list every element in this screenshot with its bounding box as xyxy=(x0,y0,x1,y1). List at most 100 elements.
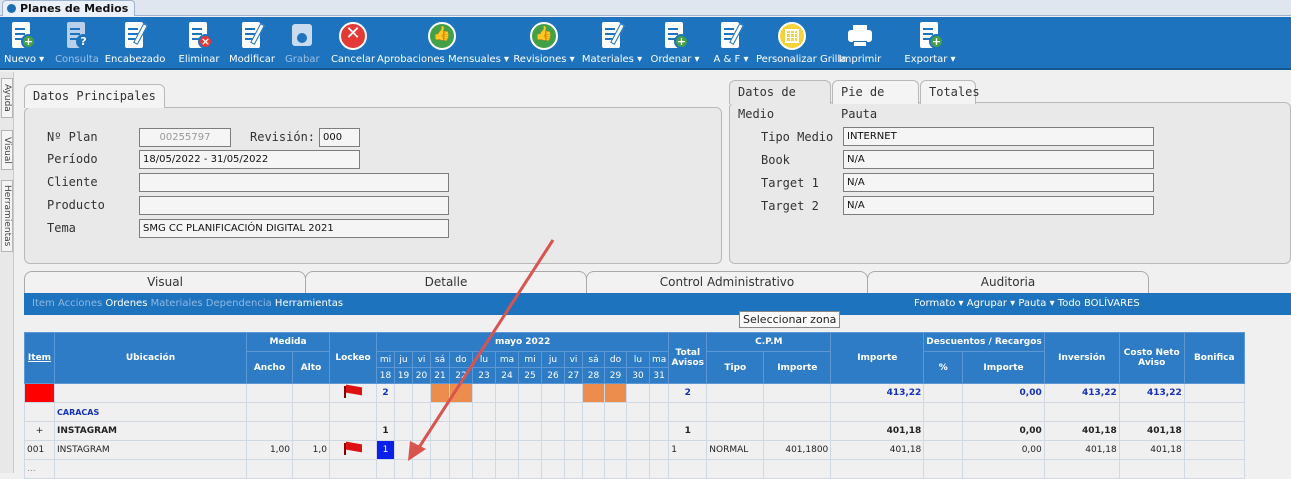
day-cell[interactable] xyxy=(449,421,473,441)
totals-row: 2 2 413,22 0,00 413,22 413,22 xyxy=(24,383,1245,403)
tab-datos-de-medio[interactable]: Datos de Medio xyxy=(729,80,831,121)
side-panel-tabs: Ayuda Visual Herramientas xyxy=(0,72,14,473)
day-cell[interactable] xyxy=(564,383,583,403)
day-cell[interactable] xyxy=(430,421,450,441)
tab-control-administrativo[interactable]: Control Administrativo xyxy=(586,271,868,293)
toolbar-button-14[interactable]: + Exportar ▾ xyxy=(902,17,958,70)
periodo-field[interactable]: 18/05/2022 - 31/05/2022 xyxy=(139,150,360,169)
day-cell[interactable] xyxy=(564,440,583,460)
toolbar-button-label: Revisiones ▾ xyxy=(513,54,575,65)
toolbar-button-10[interactable]: + Ordenar ▾ xyxy=(648,17,702,70)
day-cell[interactable] xyxy=(626,440,650,460)
target2-label: Target 2 xyxy=(761,199,819,213)
side-tab-ayuda[interactable]: Ayuda xyxy=(1,78,13,118)
day-cell[interactable] xyxy=(412,383,431,403)
producto-field[interactable] xyxy=(139,196,449,215)
cliente-field[interactable] xyxy=(139,173,449,192)
toolbar-button-0[interactable]: + Nuevo ▾ xyxy=(4,17,44,70)
day-cell[interactable] xyxy=(648,421,670,441)
toolbar-button-8[interactable]: 👍 Revisiones ▾ xyxy=(512,17,576,70)
toolbar-button-label: Cancelar xyxy=(330,54,376,65)
tab-auditoria[interactable]: Auditoria xyxy=(867,271,1149,293)
day-cell[interactable] xyxy=(564,421,583,441)
day-cell[interactable] xyxy=(412,440,431,460)
group-row[interactable]: + INSTAGRAM 1 1 401,18 0,00 401,18 401,18 xyxy=(24,421,1245,441)
day-cell[interactable] xyxy=(648,440,670,460)
side-tab-visual[interactable]: Visual xyxy=(1,130,13,170)
window-tab[interactable]: Planes de Medios xyxy=(2,0,136,16)
day-cell[interactable] xyxy=(541,421,565,441)
day-cell[interactable] xyxy=(604,421,627,441)
detail-row[interactable]: 001 INSTAGRAM 1,00 1,0 1 1 NORMAL 401,1800 401,1… xyxy=(24,440,1245,460)
day-cell[interactable] xyxy=(648,383,670,403)
grid-cell xyxy=(923,383,964,403)
day-cell[interactable] xyxy=(495,383,519,403)
day-cell[interactable] xyxy=(604,440,627,460)
day-cell[interactable] xyxy=(582,383,605,403)
menu-ordenes[interactable]: Ordenes xyxy=(105,298,147,309)
day-cell[interactable] xyxy=(518,440,542,460)
toolbar-button-5[interactable]: Grabar xyxy=(285,17,320,70)
grid-cell xyxy=(292,421,330,441)
expand-toggle[interactable]: + xyxy=(24,421,55,441)
day-cell[interactable]: 1 xyxy=(376,440,395,460)
day-cell[interactable] xyxy=(412,421,431,441)
day-cell[interactable] xyxy=(541,440,565,460)
tab-totales[interactable]: Totales xyxy=(920,80,980,104)
toolbar-button-11[interactable]: A & F ▾ xyxy=(709,17,753,70)
toolbar-button-9[interactable]: Materiales ▾ xyxy=(579,17,645,70)
grid-cell: NORMAL xyxy=(706,440,765,460)
toolbar-button-2[interactable]: Encabezado xyxy=(103,17,167,70)
day-cell[interactable] xyxy=(582,421,605,441)
day-cell[interactable] xyxy=(626,421,650,441)
day-cell[interactable] xyxy=(626,383,650,403)
day-cell[interactable] xyxy=(430,440,450,460)
day-cell[interactable] xyxy=(604,383,627,403)
day-cell[interactable] xyxy=(449,383,473,403)
book-field[interactable]: N/A xyxy=(843,150,1154,169)
day-cell[interactable]: 2 xyxy=(376,383,395,403)
toolbar-button-1[interactable]: ? Consulta xyxy=(52,17,102,70)
target2-field[interactable]: N/A xyxy=(843,196,1154,215)
side-tab-herramientas[interactable]: Herramientas xyxy=(1,180,13,252)
day-cell[interactable] xyxy=(472,440,496,460)
day-cell[interactable] xyxy=(449,440,473,460)
date-header: 20 xyxy=(412,367,431,384)
day-cell[interactable]: 1 xyxy=(376,421,395,441)
tipo-medio-field[interactable]: INTERNET xyxy=(843,127,1154,146)
day-cell[interactable] xyxy=(394,440,413,460)
revision-field[interactable]: 000 xyxy=(319,128,360,147)
day-cell[interactable] xyxy=(518,383,542,403)
day-cell[interactable] xyxy=(495,421,519,441)
grid-cell xyxy=(394,402,413,422)
day-cell[interactable] xyxy=(472,383,496,403)
toolbar-button-12[interactable]: Personalizar Grilla xyxy=(756,17,846,70)
menu-herramientas[interactable]: Herramientas xyxy=(275,298,343,309)
tab-datos-principales[interactable]: Datos Principales xyxy=(24,84,165,108)
nplan-field[interactable]: 00255797 xyxy=(139,128,231,147)
day-cell[interactable] xyxy=(430,383,450,403)
tab-visual[interactable]: Visual xyxy=(24,271,306,293)
grid-cell xyxy=(706,383,765,403)
toolbar-button-13[interactable]: Imprimir xyxy=(831,17,889,70)
day-cell[interactable] xyxy=(518,421,542,441)
tema-field[interactable]: SMG CC PLANIFICACIÓN DIGITAL 2021 xyxy=(139,219,449,238)
toolbar-button-4[interactable]: Modificar xyxy=(227,17,277,70)
toolbar-button-7[interactable]: 👍 Aprobaciones Mensuales ▾ xyxy=(377,17,509,70)
tab-detalle[interactable]: Detalle xyxy=(305,271,587,293)
side-tab-label: Visual xyxy=(2,136,12,164)
day-cell[interactable] xyxy=(394,383,413,403)
day-cell[interactable] xyxy=(472,421,496,441)
target1-field[interactable]: N/A xyxy=(843,173,1154,192)
day-cell[interactable] xyxy=(495,440,519,460)
grid-menu-right[interactable]: Formato ▾ Agrupar ▾ Pauta ▾ Todo BOLÍVAR… xyxy=(914,293,1140,315)
toolbar-button-3[interactable]: × Eliminar xyxy=(176,17,222,70)
grid-cell xyxy=(518,402,542,422)
tab-pie-de-pauta[interactable]: Pie de Pauta xyxy=(832,80,919,121)
toolbar-button-6[interactable]: ✕ Cancelar xyxy=(330,17,376,70)
grid-cell: 0,00 xyxy=(962,421,1045,441)
day-cell[interactable] xyxy=(394,421,413,441)
day-cell[interactable] xyxy=(582,440,605,460)
day-cell[interactable] xyxy=(541,383,565,403)
col-header-item[interactable]: Item xyxy=(24,332,55,384)
